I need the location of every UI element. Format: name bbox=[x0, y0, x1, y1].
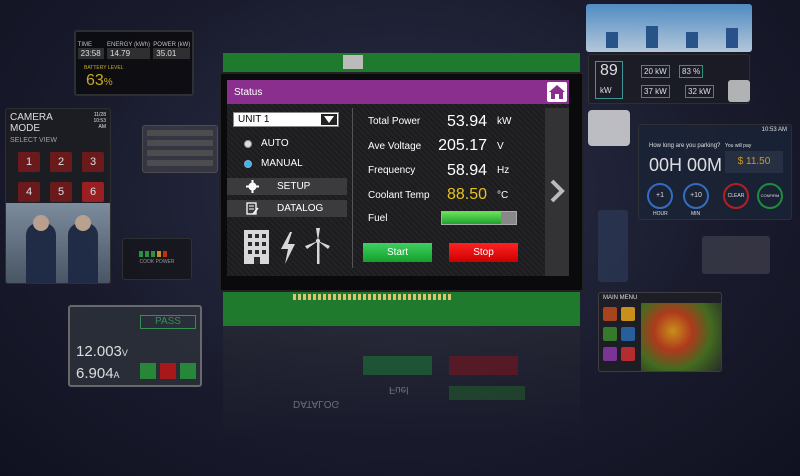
energy-main-value: 89 kW bbox=[595, 61, 623, 99]
parking-clear: CLEAR bbox=[723, 183, 749, 209]
reflection-stop bbox=[449, 356, 518, 375]
ev-power-label: POWER (kW) bbox=[153, 42, 191, 48]
frequency-unit: Hz bbox=[497, 165, 510, 176]
pcb-top bbox=[223, 53, 580, 73]
total-power-unit: kW bbox=[497, 116, 512, 127]
mode-auto-label: AUTO bbox=[261, 138, 289, 149]
datalog-icon bbox=[246, 202, 259, 215]
screen-reflection: Fuel DATALOG bbox=[223, 326, 580, 436]
fuel-gauge-fill bbox=[442, 212, 502, 224]
small-button-thumbnail bbox=[728, 80, 750, 102]
select-view-label: SELECT VIEW bbox=[10, 137, 57, 144]
building-icon bbox=[244, 230, 269, 264]
cook-power-thumbnail: COOK POWER bbox=[122, 238, 192, 280]
mode-manual-label: MANUAL bbox=[261, 158, 303, 169]
parking-time: 10:53 AM bbox=[761, 127, 787, 133]
main-menu-thumbnail: MAIN MENU bbox=[598, 292, 722, 372]
pass-indicator: PASS bbox=[140, 315, 196, 329]
city-energy-thumbnail bbox=[586, 4, 752, 52]
voltage-reading: 12.003V bbox=[76, 343, 128, 360]
battery-level-value: 63% bbox=[86, 72, 113, 89]
home-button[interactable] bbox=[547, 82, 567, 102]
mode-manual-radio[interactable]: MANUAL bbox=[244, 158, 303, 169]
vegetables-image bbox=[641, 303, 721, 371]
cook-power-label: COOK POWER bbox=[139, 259, 175, 265]
battery-level-label: BATTERY LEVEL bbox=[84, 65, 124, 71]
setup-label: SETUP bbox=[277, 181, 311, 192]
total-power-value: 53.94 bbox=[446, 113, 487, 130]
parking-min-label: MIN bbox=[691, 211, 701, 217]
ev-energy-value: 14.79 bbox=[107, 48, 150, 59]
ev-time-value: 23:58 bbox=[77, 48, 104, 59]
coolant-temp-unit: °C bbox=[497, 190, 509, 201]
stop-button[interactable]: Stop bbox=[449, 243, 518, 262]
energy-value-1: 20 kW bbox=[641, 65, 670, 78]
camera-mode-thumbnail: CAMERA MODE 11/28 10:53 AM SELECT VIEW 1 2… bbox=[5, 108, 111, 284]
fuel-gauge bbox=[441, 211, 517, 225]
camera-view-button: 5 bbox=[50, 182, 72, 202]
parking-add-hour: +1 bbox=[647, 183, 673, 209]
unit-select-value: UNIT 1 bbox=[238, 114, 270, 125]
ave-voltage-value: 205.17 bbox=[438, 137, 487, 154]
next-page-button[interactable] bbox=[545, 108, 569, 276]
datalog-label: DATALOG bbox=[277, 203, 324, 214]
reflection-datalog-label: DATALOG bbox=[293, 398, 340, 409]
parking-duration: 00H 00M bbox=[649, 155, 723, 175]
parking-confirm: CONFIRM bbox=[757, 183, 783, 209]
pcb-bottom bbox=[223, 290, 580, 326]
energy-dashboard-thumbnail: 89 kW 20 kW 83 % 37 kW 32 kW bbox=[588, 54, 750, 104]
camera-view-button: 2 bbox=[50, 152, 72, 172]
radio-selected-icon bbox=[244, 159, 252, 168]
reflection-fuel bbox=[449, 386, 525, 400]
parking-question: How long are you parking? bbox=[649, 143, 721, 149]
status-header: Status bbox=[227, 80, 569, 104]
panel-divider bbox=[352, 108, 353, 268]
page-title: Status bbox=[234, 87, 263, 98]
parking-thumbnail: 10:53 AM How long are you parking? 00H 0… bbox=[638, 124, 792, 220]
ev-energy-label: ENERGY (kWh) bbox=[107, 42, 150, 48]
gear-icon bbox=[246, 180, 259, 193]
camera-mode-title: CAMERA MODE bbox=[10, 112, 53, 134]
radio-icon bbox=[244, 139, 252, 148]
camera-datetime: 11/28 10:53 AM bbox=[93, 112, 106, 130]
energy-value-3: 37 kW bbox=[641, 85, 670, 98]
camera-view-button: 4 bbox=[18, 182, 40, 202]
camera-view-button: 3 bbox=[82, 152, 104, 172]
test-result-thumbnail: PASS 12.003V 6.904A bbox=[68, 305, 202, 387]
coolant-temp-value: 88.50 bbox=[446, 186, 487, 203]
parking-hour-label: HOUR bbox=[653, 211, 668, 217]
setup-button[interactable]: SETUP bbox=[227, 178, 347, 195]
settings-table-thumbnail bbox=[142, 125, 218, 173]
parking-pay-value: $ 11.50 bbox=[725, 151, 783, 173]
app-thumbnail bbox=[702, 236, 770, 274]
reflection-start bbox=[363, 356, 432, 375]
current-reading: 6.904A bbox=[76, 365, 120, 382]
main-menu-title: MAIN MENU bbox=[603, 295, 638, 301]
ev-charging-thumbnail: TIME 23:58 ENERGY (kWh) 14.79 POWER (kW) 35… bbox=[74, 30, 194, 96]
parking-pay-label: You will pay bbox=[725, 143, 752, 149]
ev-power-value: 35.01 bbox=[153, 48, 191, 59]
chevron-right-icon bbox=[550, 179, 565, 203]
hmi-screen: Status UNIT 1 AUTO MANUAL SETUP DATALOG … bbox=[227, 80, 569, 276]
ave-voltage-unit: V bbox=[497, 141, 504, 152]
frequency-value: 58.94 bbox=[446, 162, 487, 179]
energy-value-4: 32 kW bbox=[685, 85, 714, 98]
unit-select[interactable]: UNIT 1 bbox=[233, 112, 339, 127]
energy-value-2: 83 % bbox=[679, 65, 704, 78]
wind-turbine-icon bbox=[305, 228, 330, 264]
slider-thumbnail bbox=[598, 210, 628, 282]
chevron-down-icon bbox=[321, 114, 337, 125]
camera-view-button: 6 bbox=[82, 182, 104, 202]
reflection-fuel-label: Fuel bbox=[389, 384, 409, 395]
lightning-icon bbox=[281, 232, 295, 264]
home-icon bbox=[549, 85, 565, 99]
camera-view-button: 1 bbox=[18, 152, 40, 172]
knob-thumbnail bbox=[588, 110, 630, 146]
mode-auto-radio[interactable]: AUTO bbox=[244, 138, 289, 149]
fuel-label: Fuel bbox=[368, 213, 388, 224]
datalog-button[interactable]: DATALOG bbox=[227, 200, 347, 217]
parking-add-min: +10 bbox=[683, 183, 709, 209]
start-button[interactable]: Start bbox=[363, 243, 432, 262]
camera-photo bbox=[6, 203, 110, 283]
